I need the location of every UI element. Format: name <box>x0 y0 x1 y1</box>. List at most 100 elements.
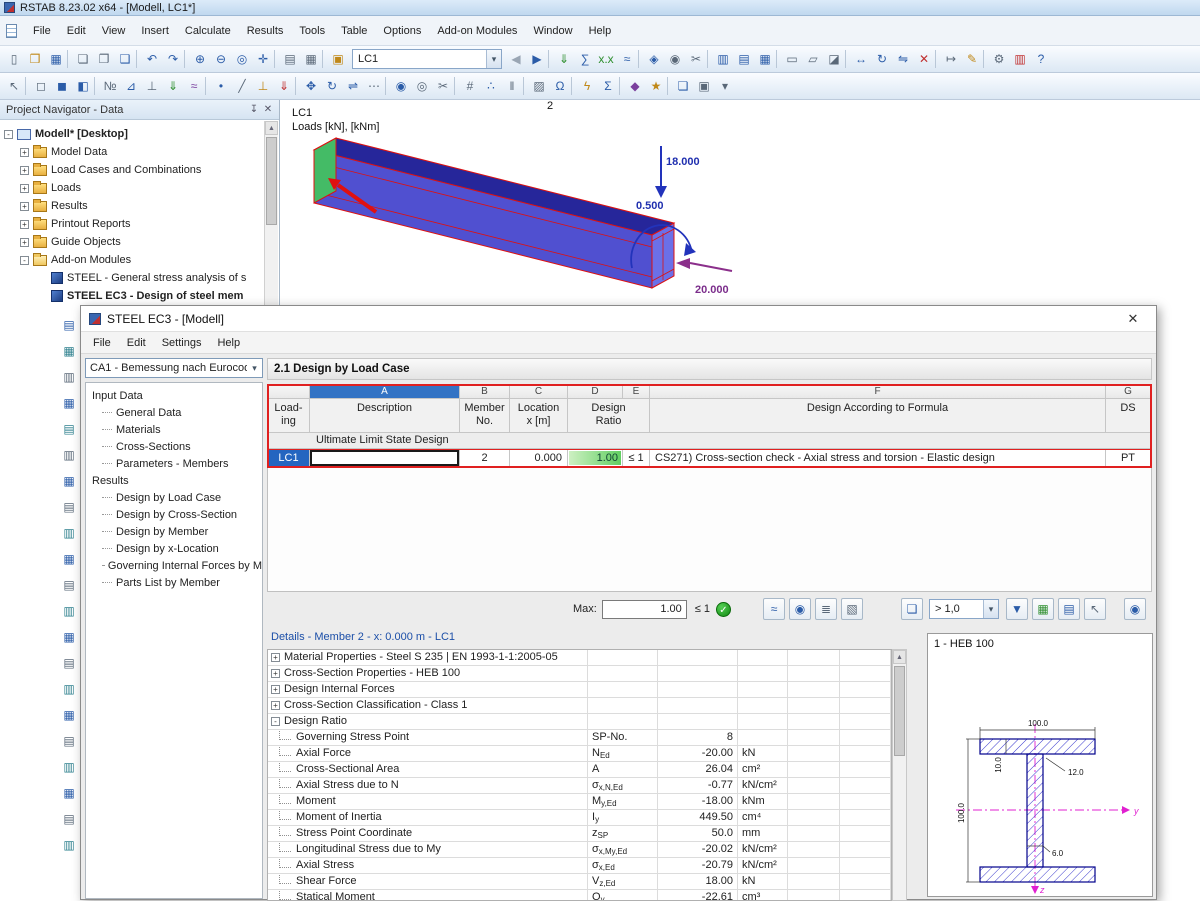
print-details-button[interactable]: ❏ <box>901 598 923 620</box>
section-cut-icon[interactable]: ✂ <box>433 76 453 96</box>
details-row[interactable]: + Material Properties - Steel S 235 | EN… <box>268 650 891 666</box>
tree-expander-icon[interactable]: - <box>20 256 29 265</box>
column-letter[interactable]: A <box>310 385 460 399</box>
show-numbering-icon[interactable]: № <box>100 76 120 96</box>
copy-icon[interactable]: ❑ <box>115 49 135 69</box>
separator[interactable] <box>184 50 189 68</box>
details-row[interactable]: + Cross-Section Classification - Class 1 <box>268 698 891 714</box>
table-shortcut-icon[interactable]: ▦ <box>61 707 77 723</box>
generate-load-icon[interactable]: ϟ <box>577 76 597 96</box>
menu-item[interactable]: View <box>94 22 134 40</box>
details-row[interactable]: + Cross-Section Properties - HEB 100 <box>268 666 891 682</box>
separator[interactable] <box>67 50 72 68</box>
background-layers-icon[interactable]: ▨ <box>529 76 549 96</box>
pin-icon[interactable]: ↧ <box>247 104 261 115</box>
scrollbar-thumb[interactable] <box>266 137 277 225</box>
details-row[interactable]: Shear Force Vz,Ed 18.00 kN <box>268 874 891 890</box>
details-scrollbar[interactable]: ▲ <box>892 649 907 901</box>
separator[interactable] <box>454 77 459 95</box>
details-row[interactable]: - Design Ratio <box>268 714 891 730</box>
separator[interactable] <box>707 50 712 68</box>
tree-expander-icon[interactable]: + <box>20 238 29 247</box>
visibility-icon[interactable]: ◉ <box>665 49 685 69</box>
separator[interactable] <box>638 50 643 68</box>
clipping-icon[interactable]: ✂ <box>686 49 706 69</box>
menu-item[interactable]: Edit <box>59 22 94 40</box>
dialog-tree-item[interactable]: Parameters - Members <box>86 455 262 472</box>
show-loads-icon[interactable]: ⇓ <box>554 49 574 69</box>
tree-expander-icon[interactable]: + <box>20 184 29 193</box>
view-xz-icon[interactable]: ▱ <box>803 49 823 69</box>
tree-item[interactable]: - Add-on Modules <box>0 251 279 269</box>
table-shortcut-icon[interactable]: ▥ <box>61 603 77 619</box>
table-3-icon[interactable]: ▦ <box>755 49 775 69</box>
details-row[interactable]: Cross-Sectional Area A 26.04 cm² <box>268 762 891 778</box>
load-case-combo[interactable]: LC1 ▾ <box>352 49 502 69</box>
table-shortcut-icon[interactable]: ▤ <box>61 811 77 827</box>
dialog-tree-item[interactable]: Design by Cross-Section <box>86 506 262 523</box>
mirror-icon[interactable]: ⇋ <box>893 49 913 69</box>
close-icon[interactable]: ✕ <box>1118 311 1148 327</box>
new-load-icon[interactable]: ⇓ <box>274 76 294 96</box>
pan-icon[interactable]: ✛ <box>253 49 273 69</box>
tree-item[interactable]: + Model Data <box>0 143 279 161</box>
column-letter[interactable]: C <box>510 385 568 399</box>
table-shortcut-icon[interactable]: ▤ <box>61 499 77 515</box>
excel-export-button[interactable]: ▦ <box>1032 598 1054 620</box>
cell-design-situation[interactable]: PT <box>1106 450 1151 467</box>
render-transparent-icon[interactable]: ◧ <box>73 76 93 96</box>
save-icon[interactable]: ▦ <box>46 49 66 69</box>
guidelines-icon[interactable]: ‖ <box>502 76 522 96</box>
load-case-list-icon[interactable]: ▣ <box>328 49 348 69</box>
combination-icon[interactable]: Σ <box>598 76 618 96</box>
next-load-case-icon[interactable]: ▶ <box>527 49 547 69</box>
cell-formula[interactable]: CS271) Cross-section check - Axial stres… <box>650 450 1106 467</box>
scroll-up-icon[interactable]: ▲ <box>893 650 906 664</box>
details-row[interactable]: Moment My,Ed -18.00 kNm <box>268 794 891 810</box>
separator[interactable] <box>571 77 576 95</box>
comment-icon[interactable]: ✎ <box>962 49 982 69</box>
tree-expander-icon[interactable]: + <box>20 220 29 229</box>
show-supports-icon[interactable]: ⊥ <box>142 76 162 96</box>
table-shortcut-icon[interactable]: ▦ <box>61 785 77 801</box>
ratio-threshold-combo[interactable]: > 1,0 ▾ <box>929 599 999 619</box>
document-icon[interactable] <box>6 24 17 38</box>
view-xy-icon[interactable]: ▭ <box>782 49 802 69</box>
show-results-icon[interactable]: ∑ <box>575 49 595 69</box>
details-expander-icon[interactable]: + <box>271 653 280 662</box>
dialog-tree-item[interactable]: Results <box>86 472 262 489</box>
result-values-icon[interactable]: x.x <box>596 49 616 69</box>
menu-item[interactable]: Help <box>581 22 620 40</box>
edit-divide-icon[interactable]: ⋯ <box>364 76 384 96</box>
screenshot-icon[interactable]: ▣ <box>694 76 714 96</box>
menu-item[interactable]: Add-on Modules <box>429 22 525 40</box>
column-letter[interactable]: G <box>1106 385 1151 399</box>
details-row[interactable]: + Design Internal Forces <box>268 682 891 698</box>
dialog-tree-item[interactable]: General Data <box>86 404 262 421</box>
table-shortcut-icon[interactable]: ▦ <box>61 629 77 645</box>
cell-load-case[interactable]: LC1 <box>268 450 310 467</box>
visibility-mode-button[interactable]: ◉ <box>789 598 811 620</box>
table-shortcut-icon[interactable]: ▤ <box>61 317 77 333</box>
tree-item[interactable]: + Loads <box>0 179 279 197</box>
table-2-icon[interactable]: ▤ <box>734 49 754 69</box>
separator[interactable] <box>322 50 327 68</box>
dialog-tree-item[interactable]: Design by Member <box>86 523 262 540</box>
tree-expander-icon[interactable]: + <box>20 166 29 175</box>
render-solid-icon[interactable]: ◼ <box>52 76 72 96</box>
visibility-modes-icon[interactable]: ◉ <box>391 76 411 96</box>
tree-item[interactable]: + Load Cases and Combinations <box>0 161 279 179</box>
details-row[interactable]: Axial Force NEd -20.00 kN <box>268 746 891 762</box>
separator[interactable] <box>94 77 99 95</box>
new-file-icon[interactable]: ▯ <box>4 49 24 69</box>
edit-move-icon[interactable]: ✥ <box>301 76 321 96</box>
print-preview-icon[interactable]: ❐ <box>94 49 114 69</box>
addon-modules-icon[interactable]: ◆ <box>625 76 645 96</box>
tree-item[interactable]: STEEL - General stress analysis of s <box>0 269 279 287</box>
dialog-tree-item[interactable]: Governing Internal Forces by M <box>86 557 262 574</box>
details-expander-icon[interactable]: + <box>271 669 280 678</box>
dialog-tree-item[interactable]: Design by Load Case <box>86 489 262 506</box>
grid-icon[interactable]: # <box>460 76 480 96</box>
dialog-menu-item[interactable]: File <box>85 334 119 352</box>
table-shortcut-icon[interactable]: ▥ <box>61 447 77 463</box>
